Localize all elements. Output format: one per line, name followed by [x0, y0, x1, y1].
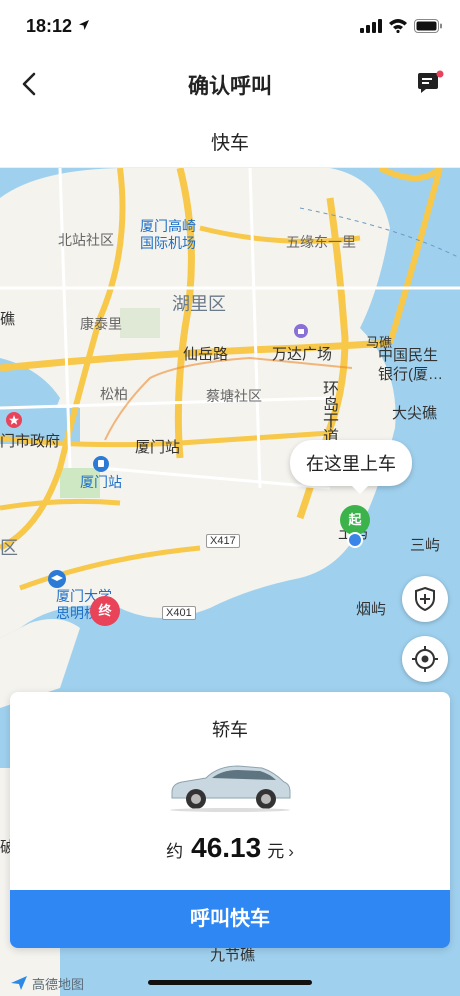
government-star-icon [6, 412, 22, 428]
university-icon [48, 570, 66, 588]
wifi-icon [389, 19, 407, 33]
train-station-icon [93, 456, 109, 472]
map-label-beizhan: 北站社区 [58, 232, 114, 248]
map-label-minsheng-bank: 中国民生 银行(厦… [378, 347, 443, 383]
road-tag-x401: X401 [162, 606, 196, 620]
map-label-majiao: 马礁 [366, 335, 393, 350]
price-estimate[interactable]: 约 46.13 元 › [10, 832, 450, 864]
map-label-qu: 区 [0, 538, 18, 558]
chevron-right-icon: › [288, 842, 294, 861]
nav-bar: 确认呼叫 [0, 56, 460, 112]
cellular-signal-icon [360, 19, 382, 33]
map-label-ji: 礁 [0, 311, 16, 328]
map-brand-label: 高德地图 [32, 977, 85, 992]
home-indicator [148, 980, 312, 985]
current-location-dot [347, 532, 363, 548]
price-approx-label: 约 [166, 842, 184, 861]
locate-crosshair-icon [412, 646, 438, 672]
status-time: 18:12 [26, 16, 73, 36]
map-label-caitang: 蔡塘社区 [206, 388, 262, 404]
map-label-kangtai: 康泰里 [80, 316, 122, 332]
map-label-songbai: 松柏 [100, 386, 128, 402]
map-label-huli: 湖里区 [172, 294, 226, 314]
map-label-sanyu: 三屿 [410, 537, 441, 554]
car-type-label: 轿车 [212, 720, 248, 740]
map-label-dajian: 大尖礁 [392, 405, 438, 422]
end-pin[interactable]: 终 [90, 596, 120, 626]
map-label-airport: 厦门高崎 国际机场 [140, 218, 196, 251]
map-label-gov: 门市政府 [0, 433, 61, 450]
ride-card: 轿车 约 46.13 元 › 呼叫快车 [10, 692, 450, 948]
map-label-wanda: 万达广场 [272, 346, 333, 363]
map-label-xianyue: 仙岳路 [183, 346, 229, 363]
pickup-bubble[interactable]: 在这里上车 [290, 440, 412, 494]
status-bar: 18:12 [0, 0, 460, 56]
map-label-xiamen-station: 厦门站 [135, 439, 181, 456]
map-label-xiamen-station-poi: 厦门站 [80, 474, 122, 490]
page-title: 确认呼叫 [188, 75, 272, 98]
battery-icon [414, 19, 442, 33]
price-unit: 元 [267, 842, 285, 861]
price-value: 46.13 [191, 832, 262, 863]
message-icon[interactable] [414, 68, 446, 100]
locate-me-button[interactable] [402, 636, 448, 682]
sedan-image [170, 765, 291, 812]
shopping-bag-icon [294, 324, 308, 338]
start-pin[interactable]: 起 [340, 505, 370, 535]
map-label-yanyu: 烟屿 [356, 601, 387, 618]
map-label-huandao: 环岛干道 [320, 380, 337, 444]
map-label-wuyuan: 五缘东一里 [286, 234, 356, 250]
location-arrow-icon [79, 20, 89, 30]
safety-shield-button[interactable] [402, 576, 448, 622]
service-title: 快车 [0, 112, 460, 168]
shield-plus-icon [415, 586, 435, 612]
amap-logo-icon [11, 976, 27, 990]
road-tag-x417: X417 [206, 534, 240, 548]
call-ride-button[interactable]: 呼叫快车 [10, 890, 450, 948]
